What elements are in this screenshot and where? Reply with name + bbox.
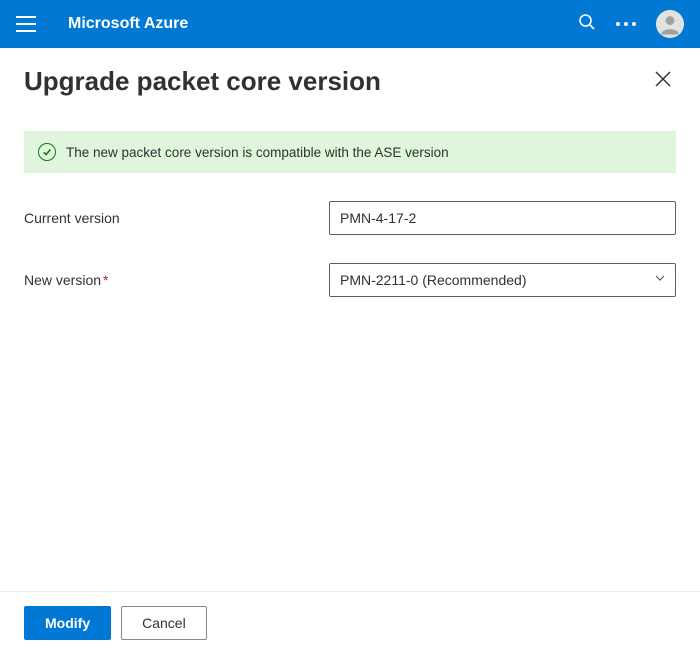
banner-message: The new packet core version is compatibl… xyxy=(66,145,449,160)
header-actions xyxy=(578,10,684,38)
footer: Modify Cancel xyxy=(0,591,700,654)
new-version-row: New version* PMN-2211-0 (Recommended) xyxy=(24,263,676,297)
page-title: Upgrade packet core version xyxy=(24,66,381,97)
cancel-button[interactable]: Cancel xyxy=(121,606,207,640)
check-circle-icon xyxy=(38,143,56,161)
search-icon[interactable] xyxy=(578,13,596,36)
modify-button[interactable]: Modify xyxy=(24,606,111,640)
top-header: Microsoft Azure xyxy=(0,0,700,48)
new-version-select[interactable]: PMN-2211-0 (Recommended) xyxy=(329,263,676,297)
panel-header: Upgrade packet core version xyxy=(0,48,700,97)
success-banner: The new packet core version is compatibl… xyxy=(24,131,676,173)
brand-title: Microsoft Azure xyxy=(68,15,578,33)
new-version-select-value: PMN-2211-0 (Recommended) xyxy=(329,263,676,297)
current-version-row: Current version xyxy=(24,201,676,235)
hamburger-menu-icon[interactable] xyxy=(16,16,36,32)
required-mark: * xyxy=(103,272,108,288)
avatar[interactable] xyxy=(656,10,684,38)
more-icon[interactable] xyxy=(616,22,636,26)
current-version-input[interactable] xyxy=(329,201,676,235)
close-icon[interactable] xyxy=(650,66,676,97)
current-version-label: Current version xyxy=(24,210,329,226)
new-version-label: New version* xyxy=(24,272,329,288)
new-version-label-text: New version xyxy=(24,272,101,288)
content-area: The new packet core version is compatibl… xyxy=(0,97,700,297)
